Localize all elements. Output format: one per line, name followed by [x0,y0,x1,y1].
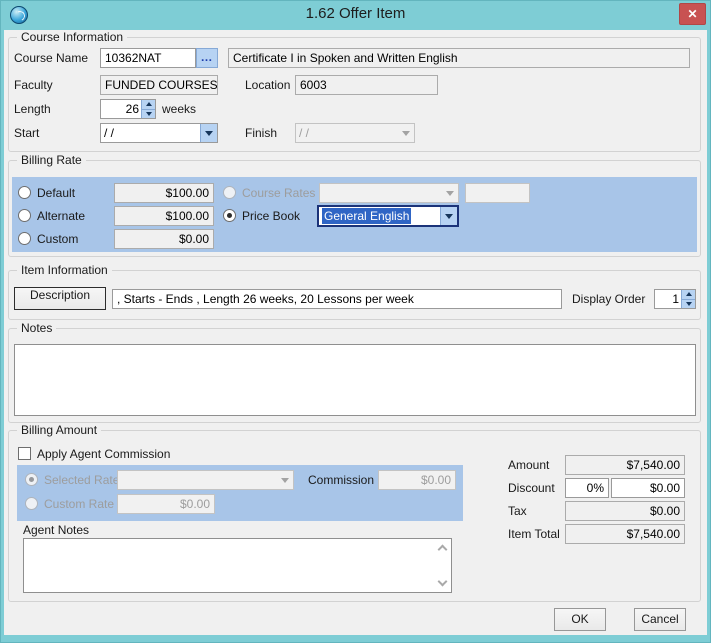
titlebar: 1.62 Offer Item ✕ [0,0,711,30]
course-rates-combo [319,183,459,203]
tax-label: Tax [508,501,527,521]
start-label: Start [14,123,39,143]
location-display: 6003 [295,75,438,95]
alternate-rate-field: $100.00 [114,206,214,226]
length-spinner[interactable]: 26 [100,99,156,119]
chevron-down-icon [445,214,453,219]
selected-rate-combo-arrow [276,471,293,489]
discount-percent-input[interactable]: 0% [565,478,609,498]
agent-notes-scrollbar[interactable] [434,540,450,591]
course-name-input[interactable]: 10362NAT [100,48,196,68]
dialog-body: Course Information Course Name 10362NAT … [4,30,707,635]
price-book-combo-arrow[interactable] [440,207,457,225]
course-rates-field [465,183,530,203]
description-button[interactable]: Description [14,287,106,310]
start-combo-arrow[interactable] [200,124,217,142]
selected-rate-radio [25,473,38,486]
billing-amount-caption: Billing Amount [17,423,101,437]
course-title-display: Certificate I in Spoken and Written Engl… [228,48,690,68]
custom-rate-billing-label: Custom [37,229,78,249]
billing-rate-caption: Billing Rate [17,153,86,167]
scroll-up-icon[interactable] [437,545,447,555]
discount-amount-input[interactable]: $0.00 [611,478,685,498]
chevron-down-icon [446,191,454,196]
apply-agent-commission-checkbox[interactable] [18,447,31,460]
custom-rate-radio [25,497,38,510]
length-spin-up-icon[interactable] [142,100,155,109]
faculty-display: FUNDED COURSES [100,75,218,95]
course-rates-combo-value [320,184,441,202]
scroll-down-icon[interactable] [437,577,447,587]
chevron-down-icon [205,131,213,136]
length-value: 26 [101,100,141,118]
alternate-rate-radio[interactable] [18,209,31,222]
window-title: 1.62 Offer Item [0,5,711,22]
selected-rate-combo [117,470,294,490]
chevron-down-icon [402,131,410,136]
selected-rate-label: Selected Rate [44,470,119,490]
selected-rate-value [118,471,276,489]
finish-date-combo: / / [295,123,415,143]
item-information-caption: Item Information [17,263,112,277]
agent-notes-label: Agent Notes [23,520,89,540]
course-information-caption: Course Information [17,30,127,44]
notes-caption: Notes [17,321,56,335]
start-date-combo[interactable]: / / [100,123,218,143]
default-rate-radio[interactable] [18,186,31,199]
cancel-button[interactable]: Cancel [634,608,686,631]
agent-notes-textarea[interactable] [23,538,452,593]
chevron-down-icon [281,478,289,483]
finish-date-value: / / [296,124,397,142]
item-total-label: Item Total [508,524,560,544]
default-rate-label: Default [37,183,75,203]
finish-label: Finish [245,123,277,143]
description-input[interactable]: , Starts - Ends , Length 26 weeks, 20 Le… [112,289,562,309]
course-name-label: Course Name [14,48,88,68]
course-rates-label: Course Rates [242,183,315,203]
display-order-label: Display Order [572,289,645,309]
display-order-value: 1 [655,290,681,308]
display-order-spin-down-icon[interactable] [682,299,695,309]
length-spin-down-icon[interactable] [142,109,155,119]
course-rates-radio [223,186,236,199]
amount-field: $7,540.00 [565,455,685,475]
price-book-label: Price Book [242,206,300,226]
faculty-label: Faculty [14,75,53,95]
tax-field: $0.00 [565,501,685,521]
discount-label: Discount [508,478,555,498]
price-book-radio[interactable] [223,209,236,222]
commission-field: $0.00 [378,470,456,490]
custom-rate-billing-radio[interactable] [18,232,31,245]
custom-rate-label: Custom Rate [44,494,114,514]
course-browse-button[interactable]: … [196,48,218,68]
notes-textarea[interactable] [14,344,696,416]
default-rate-field: $100.00 [114,183,214,203]
custom-rate-billing-field: $0.00 [114,229,214,249]
price-book-value: General English [322,208,411,224]
display-order-spinner[interactable]: 1 [654,289,696,309]
ok-button[interactable]: OK [554,608,606,631]
item-total-field: $7,540.00 [565,524,685,544]
offer-item-dialog: 1.62 Offer Item ✕ Course Information Cou… [0,0,711,643]
start-date-value: / / [101,124,200,142]
finish-combo-arrow [397,124,414,142]
location-label: Location [245,75,290,95]
price-book-combo[interactable]: General English [317,205,459,227]
close-icon[interactable]: ✕ [679,3,706,25]
course-rates-combo-arrow [441,184,458,202]
length-unit-label: weeks [162,99,196,119]
display-order-spin-up-icon[interactable] [682,290,695,299]
length-label: Length [14,99,51,119]
alternate-rate-label: Alternate [37,206,85,226]
amount-label: Amount [508,455,549,475]
commission-label: Commission [308,470,374,490]
custom-rate-field: $0.00 [117,494,215,514]
apply-agent-commission-label: Apply Agent Commission [37,444,170,464]
